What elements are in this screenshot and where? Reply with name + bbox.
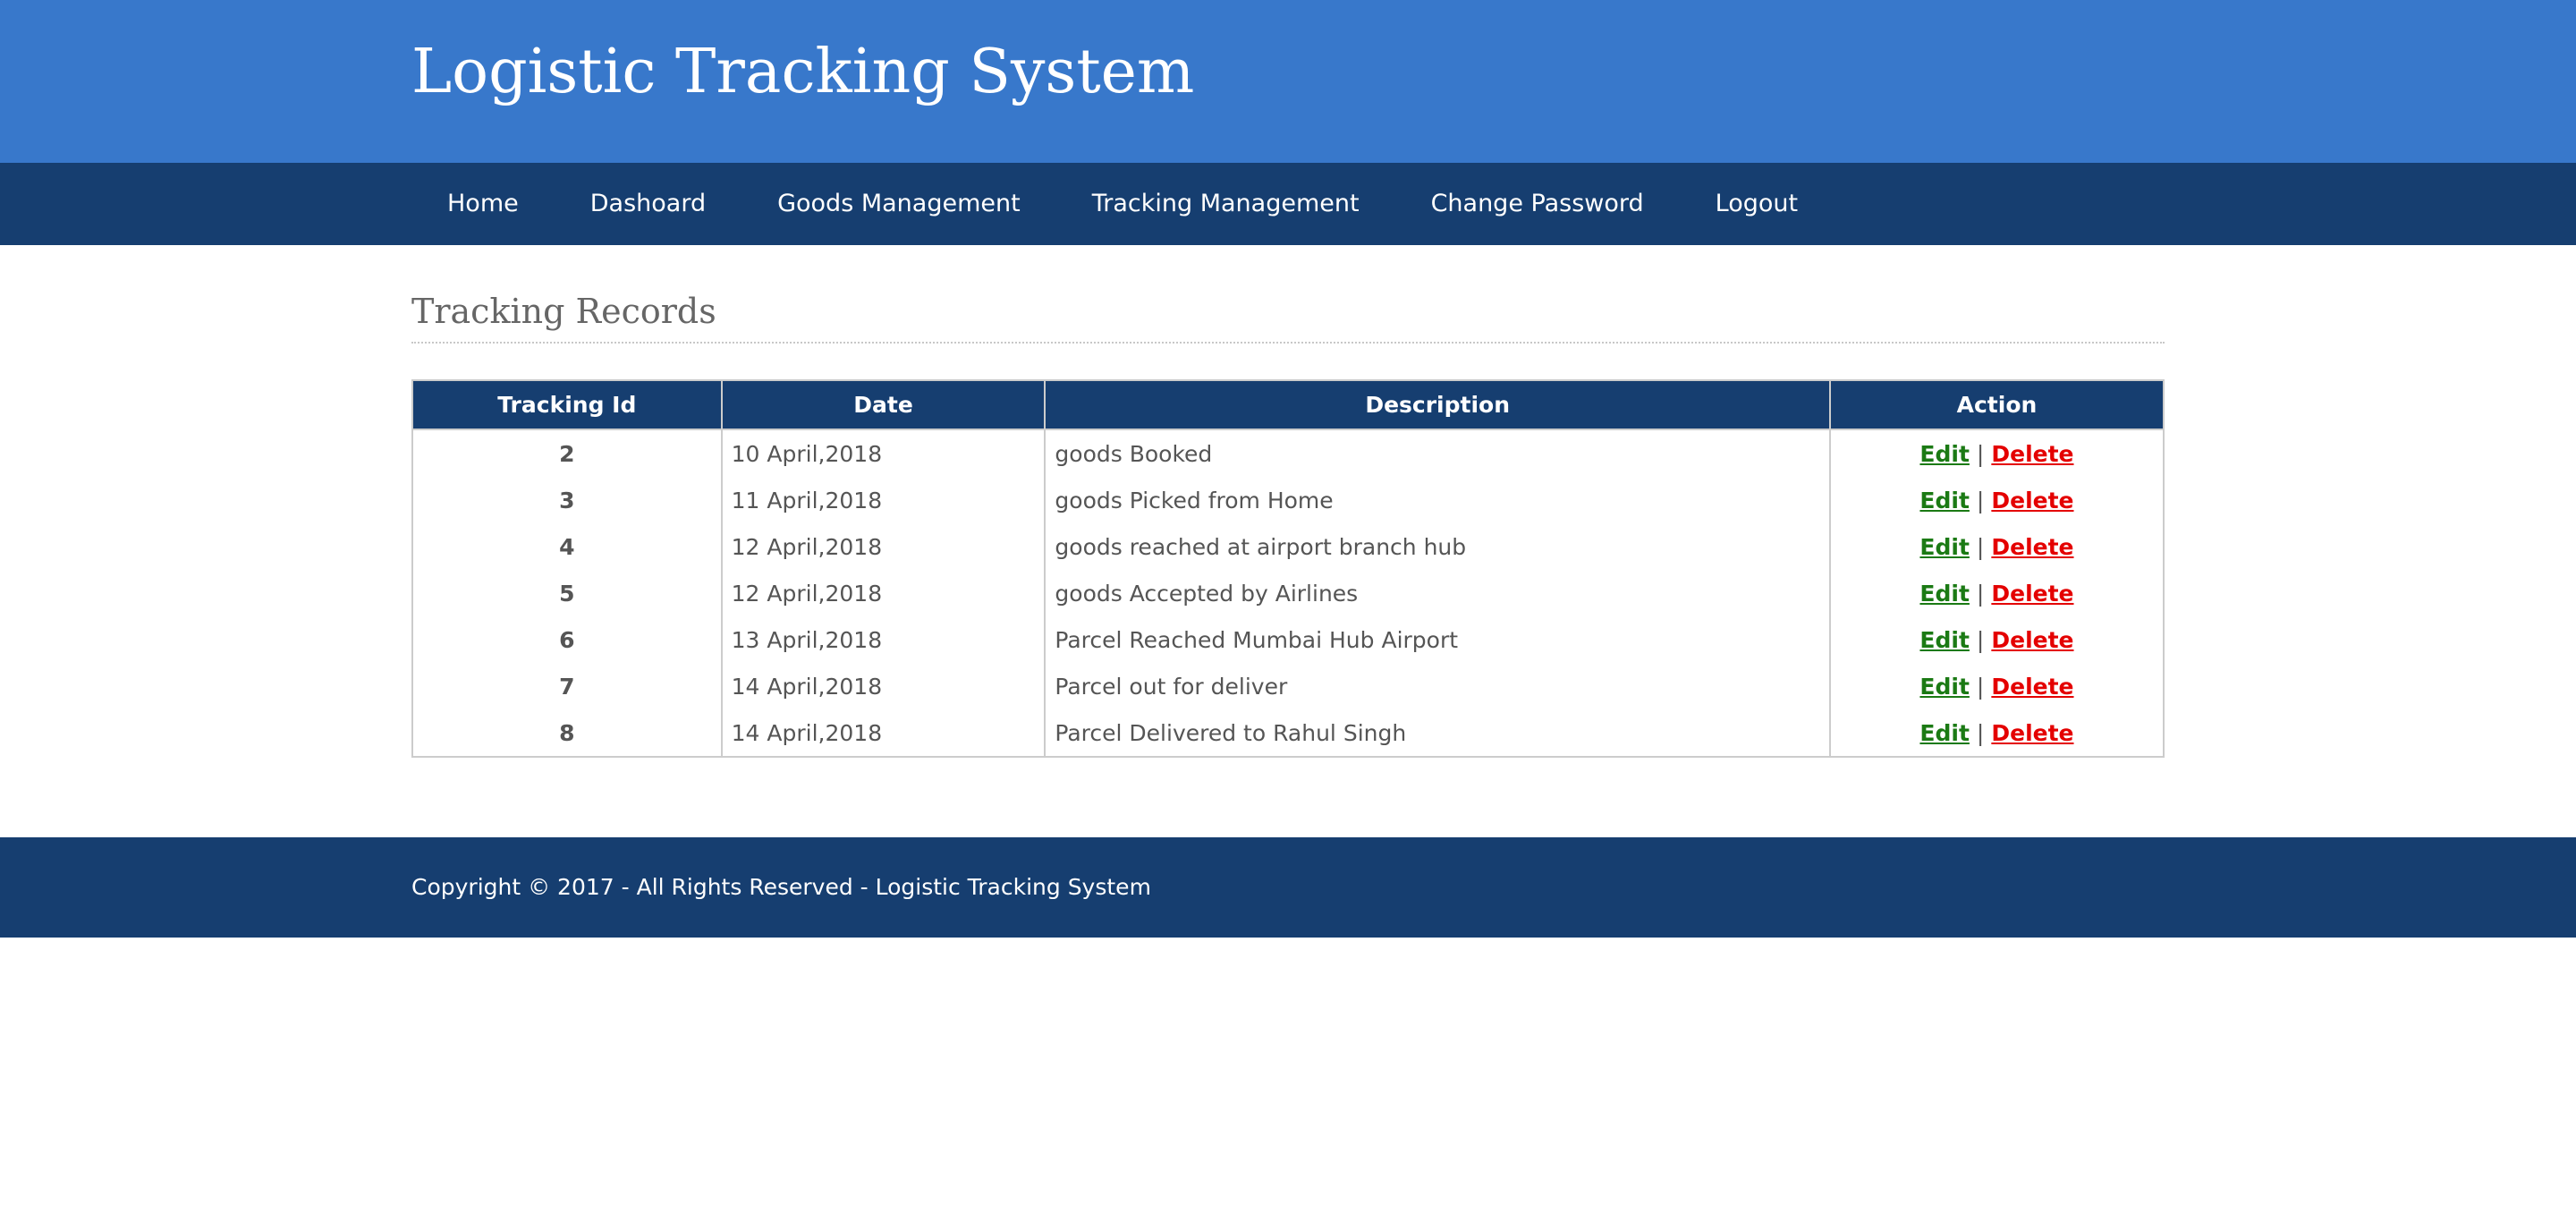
column-header-tracking-id: Tracking Id [411,379,723,430]
date-cell: 11 April,2018 [720,477,1046,523]
delete-link[interactable]: Delete [1991,441,2073,467]
table-row: 3 11 April,2018 goods Picked from Home Edit… [411,477,2165,523]
description-cell: goods Accepted by Airlines [1044,570,1831,616]
copyright-text: Copyright © 2017 - All Rights Reserved -… [411,874,1151,900]
tracking-id-cell: 8 [411,709,723,757]
action-cell: Edit | Delete [1828,570,2165,616]
tracking-id-cell: 3 [411,477,723,523]
site-title: Logistic Tracking System [411,37,1195,107]
action-separator: | [1976,719,1985,746]
description-cell: goods reached at airport branch hub [1044,523,1831,570]
edit-link[interactable]: Edit [1919,441,1970,467]
description-cell: goods Picked from Home [1044,477,1831,523]
nav-item-change-password[interactable]: Change Password [1395,163,1680,245]
delete-link[interactable]: Delete [1991,581,2073,607]
table-header: Tracking Id Date Description Action [411,379,2165,430]
column-header-date: Date [720,379,1046,430]
site-header: Logistic Tracking System [0,0,2576,163]
table-header-row: Tracking Id Date Description Action [411,379,2165,430]
site-footer: Copyright © 2017 - All Rights Reserved -… [0,837,2576,938]
main-nav: Home Dashoard Goods Management Tracking … [0,163,2576,245]
tracking-id-cell: 5 [411,570,723,616]
table-row: 8 14 April,2018 Parcel Delivered to Rahul … [411,709,2165,757]
date-cell: 12 April,2018 [720,570,1046,616]
table-row: 7 14 April,2018 Parcel out for deliver Edit… [411,663,2165,709]
nav-item-dashboard[interactable]: Dashoard [555,163,741,245]
date-cell: 14 April,2018 [720,709,1046,757]
delete-link[interactable]: Delete [1991,534,2073,560]
tracking-id-cell: 4 [411,523,723,570]
table-row: 5 12 April,2018 goods Accepted by Airlines… [411,570,2165,616]
edit-link[interactable]: Edit [1919,534,1970,560]
delete-link[interactable]: Delete [1991,674,2073,700]
action-cell: Edit | Delete [1828,429,2165,477]
date-cell: 13 April,2018 [720,616,1046,663]
table-row: 4 12 April,2018 goods reached at airport b… [411,523,2165,570]
action-cell: Edit | Delete [1828,663,2165,709]
action-separator: | [1976,580,1985,607]
tracking-id-cell: 7 [411,663,723,709]
tracking-records-table: Tracking Id Date Description Action 2 10 … [411,379,2165,758]
action-cell: Edit | Delete [1828,523,2165,570]
delete-link[interactable]: Delete [1991,720,2073,746]
action-cell: Edit | Delete [1828,709,2165,757]
edit-link[interactable]: Edit [1919,674,1970,700]
tracking-id-cell: 2 [411,429,723,477]
nav-item-tracking-management[interactable]: Tracking Management [1056,163,1395,245]
action-separator: | [1976,673,1985,700]
action-separator: | [1976,440,1985,467]
date-cell: 10 April,2018 [720,429,1046,477]
description-cell: goods Booked [1044,429,1831,477]
action-separator: | [1976,626,1985,653]
edit-link[interactable]: Edit [1919,581,1970,607]
column-header-description: Description [1044,379,1831,430]
action-separator: | [1976,487,1985,513]
column-header-action: Action [1828,379,2165,430]
nav-item-goods-management[interactable]: Goods Management [741,163,1056,245]
page-title: Tracking Records [411,288,2165,344]
date-cell: 14 April,2018 [720,663,1046,709]
table-row: 6 13 April,2018 Parcel Reached Mumbai Hub … [411,616,2165,663]
table-row: 2 10 April,2018 goods Booked Edit | Delete [411,429,2165,477]
nav-item-logout[interactable]: Logout [1680,163,1834,245]
action-separator: | [1976,533,1985,560]
description-cell: Parcel Reached Mumbai Hub Airport [1044,616,1831,663]
tracking-id-cell: 6 [411,616,723,663]
table-body: 2 10 April,2018 goods Booked Edit | Delete 3 11… [411,429,2165,757]
nav-item-home[interactable]: Home [411,163,555,245]
delete-link[interactable]: Delete [1991,627,2073,653]
delete-link[interactable]: Delete [1991,488,2073,513]
action-cell: Edit | Delete [1828,616,2165,663]
date-cell: 12 April,2018 [720,523,1046,570]
edit-link[interactable]: Edit [1919,488,1970,513]
description-cell: Parcel Delivered to Rahul Singh [1044,709,1831,757]
edit-link[interactable]: Edit [1919,627,1970,653]
nav-list: Home Dashoard Goods Management Tracking … [411,163,1834,245]
description-cell: Parcel out for deliver [1044,663,1831,709]
action-cell: Edit | Delete [1828,477,2165,523]
edit-link[interactable]: Edit [1919,720,1970,746]
